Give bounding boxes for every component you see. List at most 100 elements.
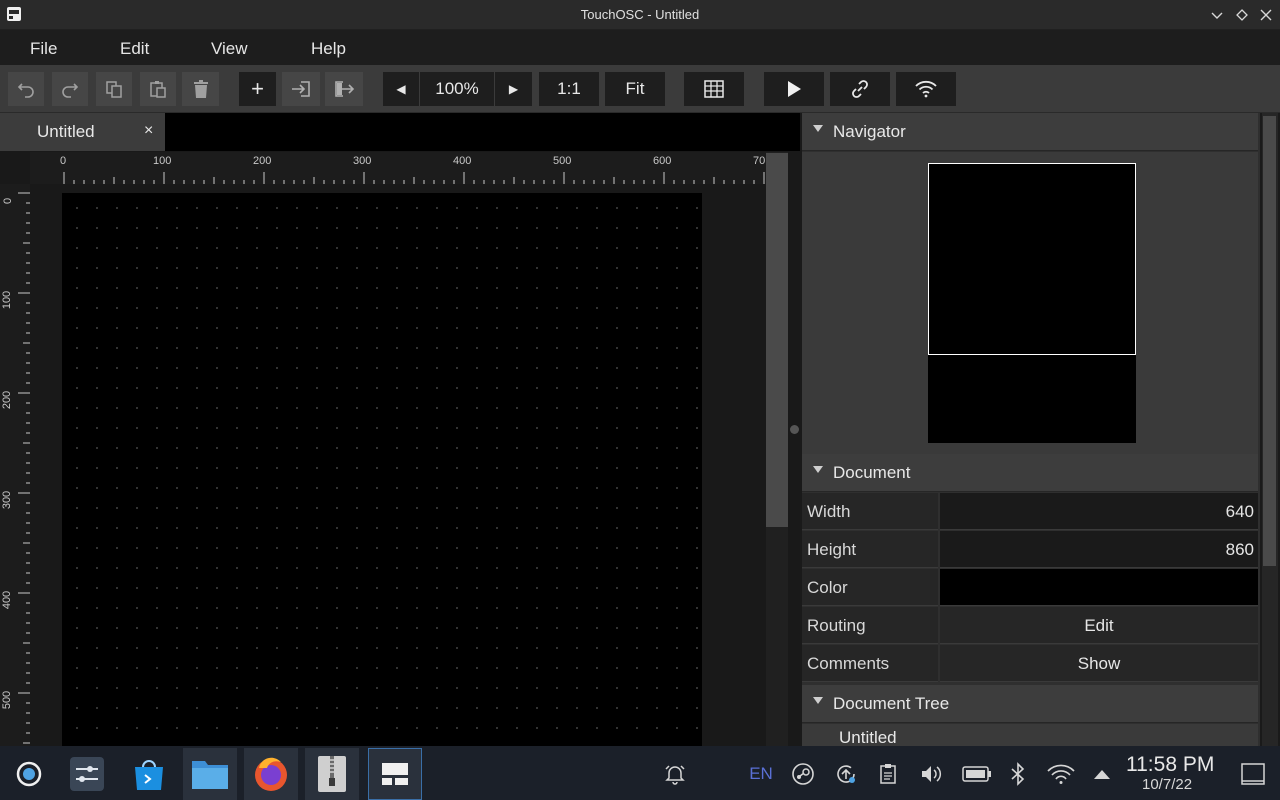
ruler-label: 600 [653, 155, 672, 167]
ruler-label: 200 [253, 155, 272, 167]
width-value: 640 [1225, 502, 1254, 521]
collapse-triangle-icon [813, 466, 823, 473]
ruler-horizontal: 0 100 200 300 400 500 600 70 [30, 152, 768, 184]
file-manager-button[interactable] [183, 748, 237, 800]
folder-icon [192, 761, 228, 789]
maximize-button[interactable] [1232, 5, 1252, 25]
tray-expand-icon[interactable] [1090, 763, 1114, 785]
import-button[interactable] [282, 72, 320, 106]
close-icon [1260, 9, 1272, 21]
system-settings-button[interactable] [60, 748, 114, 800]
redo-button[interactable] [52, 72, 88, 106]
height-value: 860 [1225, 540, 1254, 559]
document-page[interactable] [62, 193, 702, 746]
title-bar: TouchOSC - Untitled [0, 0, 1280, 30]
ruler-label: 0 [60, 155, 67, 167]
ruler-label: 70 [753, 155, 766, 167]
volume-icon[interactable] [919, 763, 943, 785]
steamdeck-logo-icon [16, 761, 42, 787]
routing-edit-button[interactable]: Edit [940, 607, 1258, 644]
zoom-out-button[interactable]: ◀ [383, 72, 419, 106]
start-menu-button[interactable] [2, 748, 56, 800]
delete-button[interactable] [182, 72, 219, 106]
routing-label: Routing [807, 616, 866, 635]
close-window-button[interactable] [1256, 5, 1276, 25]
wifi-tray-icon[interactable] [1046, 763, 1076, 785]
chevron-down-icon [1211, 12, 1223, 19]
bluetooth-icon[interactable] [1006, 762, 1030, 786]
zoom-fit-button[interactable]: Fit [605, 72, 665, 106]
zoom-in-button[interactable]: ▶ [495, 72, 532, 106]
import-icon [292, 81, 310, 97]
update-icon[interactable] [834, 763, 858, 785]
connections-button[interactable] [830, 72, 890, 106]
menu-bar: File Edit View Help [0, 30, 1280, 65]
routing-edit-label: Edit [1084, 616, 1114, 635]
clock-time[interactable]: 11:58 PM [1126, 753, 1214, 777]
collapse-triangle-icon [813, 125, 823, 132]
comments-label: Comments [807, 654, 890, 673]
tab-close-icon[interactable]: × [144, 122, 153, 140]
firefox-icon [255, 757, 287, 791]
color-swatch[interactable] [940, 569, 1258, 606]
paste-icon [150, 81, 166, 98]
trash-icon [193, 80, 208, 98]
notifications-icon[interactable] [663, 763, 687, 785]
copy-button[interactable] [96, 72, 132, 106]
zoom-one-to-one-button[interactable]: 1:1 [539, 72, 599, 106]
tree-item-untitled[interactable]: Untitled [802, 724, 1258, 747]
document-tree-header[interactable]: Document Tree [802, 685, 1258, 723]
clock-date[interactable]: 10/7/22 [1142, 776, 1192, 793]
ruler-label: 100 [153, 155, 172, 167]
undo-icon [17, 83, 34, 98]
document-header[interactable]: Document [802, 454, 1258, 492]
clipboard-icon[interactable] [876, 763, 900, 785]
discover-store-button[interactable] [122, 748, 176, 800]
width-field[interactable]: 640 [940, 493, 1258, 530]
add-button[interactable]: + [239, 72, 276, 106]
grid-toggle-button[interactable] [684, 72, 744, 106]
width-label: Width [807, 502, 851, 521]
comments-show-label: Show [1077, 654, 1121, 673]
ruler-label: 400 [453, 155, 472, 167]
touchosc-taskbar-button[interactable] [368, 748, 422, 800]
archive-manager-button[interactable] [305, 748, 359, 800]
ruler-ticks [18, 192, 30, 744]
navigator-title: Navigator [833, 122, 906, 141]
collapse-triangle-icon [813, 697, 823, 704]
menu-help[interactable]: Help [311, 39, 346, 59]
battery-icon[interactable] [962, 763, 992, 785]
keyboard-layout-indicator[interactable]: EN [748, 763, 774, 785]
show-desktop-icon[interactable] [1240, 763, 1266, 785]
steam-icon[interactable] [791, 763, 815, 785]
navigator-header[interactable]: Navigator [802, 113, 1258, 151]
settings-sliders-icon [70, 757, 104, 791]
touchosc-app-icon [382, 763, 408, 785]
link-icon [852, 80, 868, 98]
panel-scrollbar-thumb[interactable] [1263, 116, 1276, 566]
minimize-button[interactable] [1207, 5, 1227, 25]
width-label-cell: Width [802, 493, 938, 530]
comments-show-button[interactable]: Show [940, 645, 1258, 682]
play-icon [788, 81, 801, 97]
navigator-viewport-frame[interactable] [928, 163, 1136, 355]
paste-button[interactable] [140, 72, 176, 106]
ruler-vertical: 0 100 200 300 400 500 [0, 184, 30, 746]
menu-edit[interactable]: Edit [120, 39, 149, 59]
color-label-cell: Color [802, 569, 938, 606]
shopping-bag-icon [135, 760, 163, 790]
menu-view[interactable]: View [211, 39, 248, 59]
undo-button[interactable] [8, 72, 44, 106]
wireless-button[interactable] [896, 72, 956, 106]
export-button[interactable] [325, 72, 363, 106]
height-field[interactable]: 860 [940, 531, 1258, 568]
play-button[interactable] [764, 72, 824, 106]
copy-icon [106, 81, 122, 98]
tree-item-label: Untitled [839, 728, 897, 747]
menu-file[interactable]: File [30, 39, 57, 59]
panel-splitter-handle[interactable] [790, 425, 799, 434]
firefox-button[interactable] [244, 748, 298, 800]
tab-untitled[interactable]: Untitled × [0, 113, 165, 151]
canvas-scrollbar-thumb[interactable] [766, 153, 788, 527]
height-label: Height [807, 540, 857, 559]
